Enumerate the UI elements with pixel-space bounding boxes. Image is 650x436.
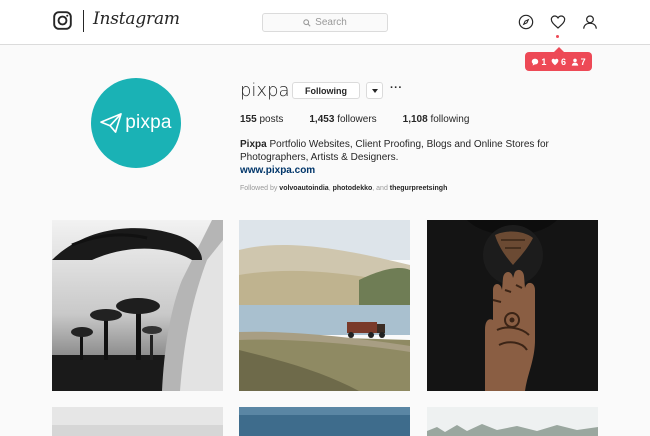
follows-count: 7 bbox=[571, 57, 586, 67]
person-icon bbox=[571, 58, 578, 66]
post-thumbnail-henna-hand[interactable] bbox=[427, 220, 598, 391]
search-placeholder: Search bbox=[315, 17, 347, 28]
activity-button[interactable] bbox=[550, 14, 566, 30]
followers-label: followers bbox=[337, 114, 377, 125]
misty-trees-image bbox=[427, 407, 598, 436]
more-options-button[interactable]: ··· bbox=[390, 82, 403, 94]
profile-button[interactable] bbox=[582, 14, 598, 30]
nav-divider bbox=[83, 10, 84, 32]
followers-stat[interactable]: 1,453 followers bbox=[309, 114, 376, 125]
profile-icon bbox=[583, 15, 597, 29]
bio-line-1: Portfolio Websites, Client Proofing, Blo… bbox=[266, 139, 549, 150]
post-thumbnail-misty-trees[interactable] bbox=[427, 407, 598, 436]
post-thumbnail-quiver-trees[interactable] bbox=[52, 220, 223, 391]
paper-plane-icon bbox=[100, 113, 123, 133]
followed-by-prefix: Followed by bbox=[240, 185, 280, 192]
bio-line-2: Photographers, Artists & Designers. bbox=[240, 152, 399, 163]
followed-by-user-1[interactable]: volvoautoindia bbox=[279, 185, 328, 192]
bio-name: Pixpa bbox=[240, 139, 267, 150]
profile-stats: 155 posts 1,453 followers 1,108 followin… bbox=[240, 114, 469, 125]
post-thumbnail-snow-scene[interactable] bbox=[52, 407, 223, 436]
likes-count-value: 6 bbox=[560, 56, 566, 67]
following-count: 1,108 bbox=[402, 114, 428, 125]
following-stat[interactable]: 1,108 following bbox=[403, 114, 470, 125]
profile-bio: Pixpa Portfolio Websites, Client Proofin… bbox=[240, 138, 550, 164]
post-thumbnail-water[interactable] bbox=[239, 407, 410, 436]
followed-by-user-3[interactable]: thegurpreetsingh bbox=[390, 185, 448, 192]
compass-icon bbox=[518, 14, 534, 30]
explore-button[interactable] bbox=[518, 14, 534, 30]
followed-by: Followed by volvoautoindia, photodekko, … bbox=[240, 185, 447, 192]
search-input[interactable]: Search bbox=[262, 13, 388, 32]
truck-landscape-image bbox=[239, 220, 410, 391]
following-label: following bbox=[430, 114, 470, 125]
likes-count: 6 bbox=[551, 57, 566, 67]
comment-icon bbox=[532, 58, 539, 65]
search-icon bbox=[303, 18, 311, 27]
posts-label: posts bbox=[259, 114, 284, 125]
follows-count-value: 7 bbox=[580, 56, 586, 67]
instagram-wordmark[interactable]: Instagram bbox=[93, 9, 180, 29]
website-link[interactable]: www.pixpa.com bbox=[240, 165, 315, 176]
posts-count: 155 bbox=[240, 114, 257, 125]
activity-indicator-dot bbox=[556, 35, 559, 38]
avatar-brand-text: pixpa bbox=[125, 112, 172, 133]
profile-username: pixpa bbox=[240, 80, 290, 101]
top-nav: Instagram Search bbox=[0, 0, 650, 45]
comments-count: 1 bbox=[531, 57, 546, 67]
quiver-trees-image bbox=[52, 220, 223, 391]
henna-hand-image bbox=[427, 220, 598, 391]
water-image bbox=[239, 407, 410, 436]
comments-count-value: 1 bbox=[541, 56, 547, 67]
followed-by-and: , and bbox=[372, 185, 390, 192]
followers-count: 1,453 bbox=[309, 114, 335, 125]
heart-filled-icon bbox=[551, 58, 559, 65]
posts-stat: 155 posts bbox=[240, 114, 283, 125]
followed-by-user-2[interactable]: photodekko bbox=[333, 185, 373, 192]
heart-icon bbox=[550, 15, 566, 29]
suggestions-dropdown-button[interactable] bbox=[366, 82, 383, 99]
instagram-camera-icon[interactable] bbox=[53, 11, 72, 30]
profile-avatar[interactable]: pixpa bbox=[91, 78, 181, 168]
activity-notification-bubble[interactable]: 1 6 7 bbox=[525, 47, 592, 71]
post-thumbnail-truck-landscape[interactable] bbox=[239, 220, 410, 391]
following-button[interactable]: Following bbox=[292, 82, 360, 99]
snow-scene-image bbox=[52, 407, 223, 436]
